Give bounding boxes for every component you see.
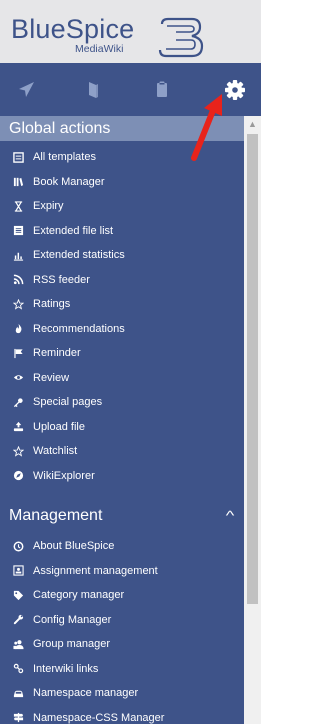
global-action-item[interactable]: Book Manager bbox=[0, 170, 244, 195]
bar-chart-icon bbox=[12, 249, 24, 261]
management-item-label: Interwiki links bbox=[33, 662, 99, 675]
global-actions-title: Global actions bbox=[9, 120, 111, 137]
global-action-item-label: Watchlist bbox=[33, 445, 78, 458]
global-action-item[interactable]: Recommendations bbox=[0, 317, 244, 342]
global-action-item[interactable]: RSS feeder bbox=[0, 268, 244, 293]
flag-icon bbox=[12, 347, 24, 359]
global-action-item-label: WikiExplorer bbox=[33, 469, 95, 482]
global-action-item-label: RSS feeder bbox=[33, 273, 90, 286]
global-action-item[interactable]: Extended statistics bbox=[0, 243, 244, 268]
global-action-item-label: Ratings bbox=[33, 298, 71, 311]
management-item[interactable]: Namespace manager bbox=[0, 681, 244, 706]
management-item-label: Namespace manager bbox=[33, 687, 139, 700]
global-action-item[interactable]: Expiry bbox=[0, 194, 244, 219]
navigation-tab-button[interactable] bbox=[13, 77, 39, 103]
car-icon bbox=[12, 687, 24, 699]
global-action-item-label: Recommendations bbox=[33, 322, 125, 335]
global-action-item-label: Review bbox=[33, 371, 70, 384]
wrench-icon bbox=[12, 614, 24, 626]
management-item[interactable]: About BlueSpice bbox=[0, 534, 244, 559]
annotation-arrow-icon bbox=[191, 94, 222, 161]
books-tab-button[interactable] bbox=[80, 77, 106, 103]
star-outline-icon bbox=[12, 298, 24, 310]
global-actions-list: All templates Book Manager Expiry Extended … bbox=[0, 145, 244, 488]
management-item[interactable]: Config Manager bbox=[0, 608, 244, 633]
management-header[interactable]: Management ^ bbox=[0, 502, 244, 530]
global-action-item-label: Reminder bbox=[33, 347, 81, 360]
star-outline-icon bbox=[12, 445, 24, 457]
list-icon bbox=[12, 151, 24, 163]
management-item-label: Namespace-CSS Manager bbox=[33, 711, 165, 724]
link-icon bbox=[12, 663, 24, 675]
clipboard-tab-button[interactable] bbox=[149, 77, 175, 103]
management-list: About BlueSpice Assignment management Cate… bbox=[0, 534, 244, 724]
global-action-item[interactable]: Review bbox=[0, 366, 244, 391]
book-icon bbox=[89, 82, 98, 98]
management-item-label: Config Manager bbox=[33, 613, 112, 626]
global-action-item[interactable]: Special pages bbox=[0, 390, 244, 415]
clipboard-icon bbox=[157, 81, 167, 97]
brand-logo-subtitle: MediaWiki bbox=[75, 43, 124, 55]
management-item[interactable]: Assignment management bbox=[0, 559, 244, 584]
management-item[interactable]: Interwiki links bbox=[0, 657, 244, 682]
management-item[interactable]: Group manager bbox=[0, 632, 244, 657]
management-title: Management bbox=[9, 507, 103, 524]
global-action-item-label: Special pages bbox=[33, 396, 103, 409]
signpost-icon bbox=[12, 712, 24, 724]
group-icon bbox=[12, 638, 24, 650]
file-list-icon bbox=[12, 225, 24, 237]
management-item[interactable]: Namespace-CSS Manager bbox=[0, 706, 244, 724]
eye-icon bbox=[12, 372, 24, 384]
global-action-item[interactable]: Extended file list bbox=[0, 219, 244, 244]
chevron-up-icon[interactable]: ^ bbox=[226, 502, 235, 530]
brand-logo-text: BlueSpice bbox=[11, 14, 135, 44]
sidebar-scrollbar[interactable]: ▲ bbox=[244, 116, 261, 724]
global-action-item-label: Extended statistics bbox=[33, 249, 125, 262]
global-action-item[interactable]: Upload file bbox=[0, 415, 244, 440]
global-action-item-label: Book Manager bbox=[33, 175, 105, 188]
flame-icon bbox=[12, 323, 24, 335]
management-item-label: Category manager bbox=[33, 589, 125, 602]
version-three-mark-icon bbox=[158, 17, 204, 58]
admin-sidebar-panel: Global actions All templates Book Manager… bbox=[0, 116, 244, 724]
global-action-item-label: Extended file list bbox=[33, 224, 114, 237]
global-action-item[interactable]: Ratings bbox=[0, 292, 244, 317]
global-action-item[interactable]: WikiExplorer bbox=[0, 464, 244, 489]
books-icon bbox=[12, 176, 24, 188]
scrollbar-thumb[interactable] bbox=[247, 134, 258, 604]
upload-icon bbox=[12, 421, 24, 433]
assignment-icon bbox=[12, 565, 24, 577]
management-item[interactable]: Category manager bbox=[0, 583, 244, 608]
global-action-item-label: All templates bbox=[33, 151, 96, 164]
management-item-label: Assignment management bbox=[33, 564, 158, 577]
tag-icon bbox=[12, 589, 24, 601]
key-icon bbox=[12, 396, 24, 408]
scroll-up-arrow-icon[interactable]: ▲ bbox=[244, 116, 261, 132]
logo-area[interactable]: BlueSpice MediaWiki bbox=[0, 0, 261, 63]
management-item-label: Group manager bbox=[33, 638, 111, 651]
global-action-item-label: Expiry bbox=[33, 200, 64, 213]
global-action-item[interactable]: Watchlist bbox=[0, 439, 244, 464]
info-circle-icon bbox=[12, 540, 24, 552]
rss-icon bbox=[12, 274, 24, 286]
hourglass-icon bbox=[12, 200, 24, 212]
global-action-item-label: Upload file bbox=[33, 420, 85, 433]
compass-icon bbox=[12, 470, 24, 482]
navigation-arrow-icon bbox=[19, 82, 34, 97]
global-action-item[interactable]: Reminder bbox=[0, 341, 244, 366]
management-item-label: About BlueSpice bbox=[33, 540, 115, 553]
